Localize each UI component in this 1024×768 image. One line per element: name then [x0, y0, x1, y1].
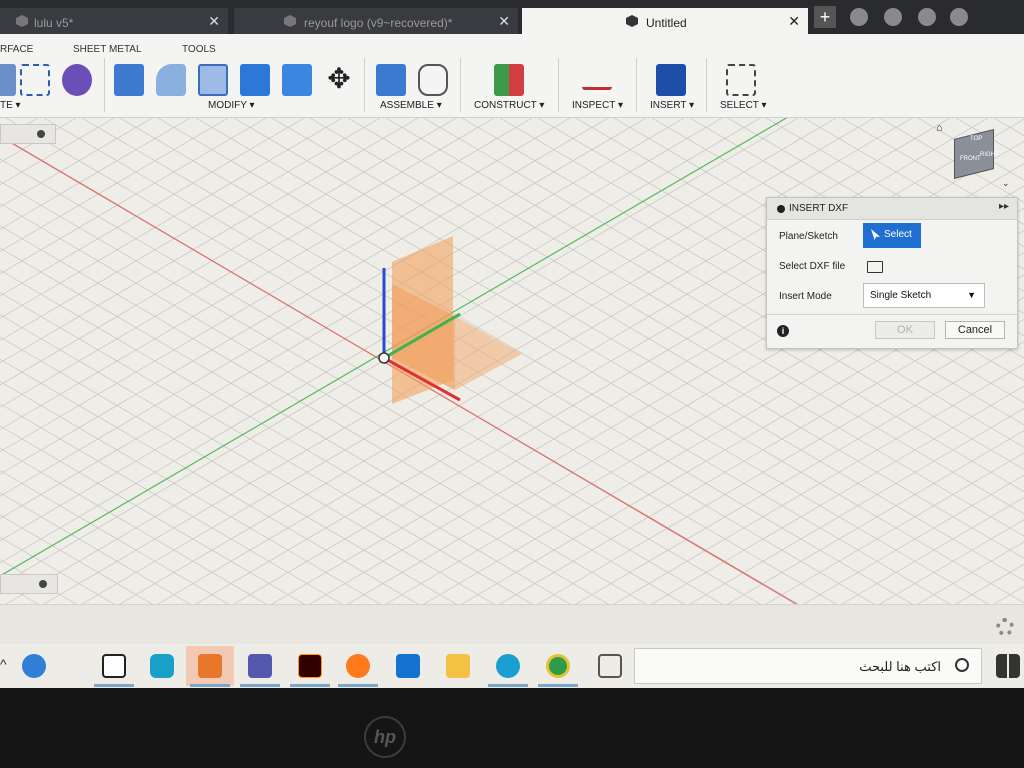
insert-mode-label: Insert Mode [779, 291, 832, 302]
search-input[interactable]: اكتب هنا للبحث [634, 648, 982, 684]
tab-lulu[interactable]: lulu v5* ✕ [0, 8, 228, 34]
file-explorer-icon[interactable] [446, 654, 470, 678]
group-insert[interactable]: INSERT ▾ [650, 100, 694, 111]
close-icon[interactable]: ✕ [208, 13, 220, 30]
tab-label: Untitled [646, 16, 687, 30]
status-strip [0, 604, 1024, 644]
insert-image-icon[interactable] [656, 64, 686, 96]
screen: lulu v5* ✕ reyouf logo (v9~recovered)* ✕… [0, 0, 1024, 688]
windows-start-icon[interactable] [996, 654, 1020, 678]
browser-panel[interactable] [0, 124, 56, 144]
folder-icon[interactable] [867, 261, 883, 273]
measure-icon[interactable] [582, 72, 612, 90]
group-modify[interactable]: MODIFY ▾ [208, 100, 255, 111]
origin-point[interactable] [378, 352, 390, 364]
group-select[interactable]: SELECT ▾ [720, 100, 767, 111]
notifications-icon[interactable] [918, 8, 936, 26]
form-icon[interactable] [62, 64, 92, 96]
extensions-icon[interactable] [850, 8, 868, 26]
insert-mode-select[interactable]: Single Sketch ▼ [863, 283, 985, 308]
illustrator-icon[interactable] [298, 654, 322, 678]
tab-label: reyouf logo (v9~recovered)* [304, 16, 453, 30]
new-component-icon[interactable] [376, 64, 406, 96]
job-status-icon[interactable] [884, 8, 902, 26]
cancel-button[interactable]: Cancel [945, 321, 1005, 339]
viewcube-face: TOP [970, 136, 983, 142]
document-tab-strip: lulu v5* ✕ reyouf logo (v9~recovered)* ✕… [0, 0, 1024, 34]
toggle-icon[interactable] [39, 580, 47, 588]
cursor-icon [871, 229, 880, 240]
viewcube[interactable]: ⌂ FRONT RIGHT TOP ⌄ [936, 122, 1010, 188]
tab-tools[interactable]: TOOLS [182, 44, 216, 55]
comments-panel[interactable] [0, 574, 58, 594]
canvas-viewport[interactable]: ⌂ FRONT RIGHT TOP ⌄ [0, 118, 1024, 604]
mail-icon[interactable] [396, 654, 420, 678]
viewcube-dropdown-icon[interactable]: ⌄ [1002, 178, 1010, 189]
offset-face-icon[interactable] [282, 64, 312, 96]
home-icon[interactable]: ⌂ [936, 122, 943, 134]
group-create[interactable]: TE ▾ [0, 100, 21, 111]
search-placeholder: اكتب هنا للبحث [859, 659, 941, 674]
cortana-icon[interactable] [150, 654, 174, 678]
group-assemble[interactable]: ASSEMBLE ▾ [380, 100, 442, 111]
info-icon[interactable]: i [777, 325, 789, 337]
insert-mode-value: Single Sketch [870, 290, 932, 301]
tab-label: lulu v5* [34, 16, 74, 30]
insert-dxf-dialog: INSERT DXF ▸▸ Plane/Sketch Select Select… [766, 197, 1018, 349]
tab-untitled[interactable]: Untitled ✕ [522, 8, 808, 34]
gear-icon[interactable] [996, 618, 1014, 636]
new-tab-button[interactable]: + [814, 6, 836, 28]
tab-reyouf-logo[interactable]: reyouf logo (v9~recovered)* ✕ [234, 8, 518, 34]
shell-icon[interactable] [198, 64, 228, 96]
firefox-icon[interactable] [346, 654, 370, 678]
viewcube-face: RIGHT [980, 152, 999, 158]
chevron-up-icon[interactable]: ^ [0, 656, 7, 672]
group-inspect[interactable]: INSPECT ▾ [572, 100, 623, 111]
offset-plane-icon[interactable] [494, 64, 524, 96]
dialog-icon [777, 205, 785, 213]
plane-sketch-label: Plane/Sketch [779, 231, 838, 242]
component-icon [626, 15, 638, 27]
window-select-icon[interactable] [726, 64, 756, 96]
tab-sheet-metal[interactable]: SHEET METAL [73, 44, 142, 55]
edge-icon[interactable] [496, 654, 520, 678]
select-dxf-file-label: Select DXF file [779, 261, 846, 272]
search-icon [955, 658, 969, 672]
chevron-down-icon: ▼ [967, 290, 976, 300]
chrome-icon[interactable] [546, 654, 570, 678]
close-icon[interactable]: ✕ [498, 13, 510, 30]
ok-button[interactable]: OK [875, 321, 935, 339]
close-icon[interactable]: ✕ [788, 13, 800, 30]
tab-surface[interactable]: RFACE [0, 44, 33, 55]
select-plane-button[interactable]: Select [863, 223, 921, 248]
teams-icon[interactable] [248, 654, 272, 678]
select-button-label: Select [884, 229, 912, 240]
joint-icon[interactable] [418, 64, 448, 96]
group-construct[interactable]: CONSTRUCT ▾ [474, 100, 544, 111]
laptop-bezel [0, 688, 1024, 768]
expand-icon[interactable]: ▸▸ [999, 201, 1009, 212]
fusion-360-icon[interactable] [198, 654, 222, 678]
dialog-header[interactable]: INSERT DXF ▸▸ [767, 198, 1017, 220]
component-icon [284, 15, 296, 27]
create-tool-icon[interactable] [0, 64, 16, 96]
toolbar-ribbon: RFACE SHEET METAL TOOLS ✥ MODIFY ▾ TE ▾ … [0, 34, 1024, 118]
origin-planes [378, 236, 522, 404]
help-icon[interactable] [22, 654, 46, 678]
hp-logo: hp [364, 716, 406, 758]
fillet-icon[interactable] [156, 64, 186, 96]
help-icon[interactable] [950, 8, 968, 26]
dialog-title: INSERT DXF [789, 203, 849, 214]
combine-icon[interactable] [240, 64, 270, 96]
pattern-icon[interactable] [20, 64, 50, 96]
component-icon [16, 15, 28, 27]
press-pull-icon[interactable] [114, 64, 144, 96]
toggle-icon[interactable] [37, 130, 45, 138]
autodesk-a-icon[interactable] [102, 654, 126, 678]
move-icon[interactable]: ✥ [324, 64, 354, 96]
task-view-icon[interactable] [598, 654, 622, 678]
viewcube-face: FRONT [960, 156, 981, 162]
